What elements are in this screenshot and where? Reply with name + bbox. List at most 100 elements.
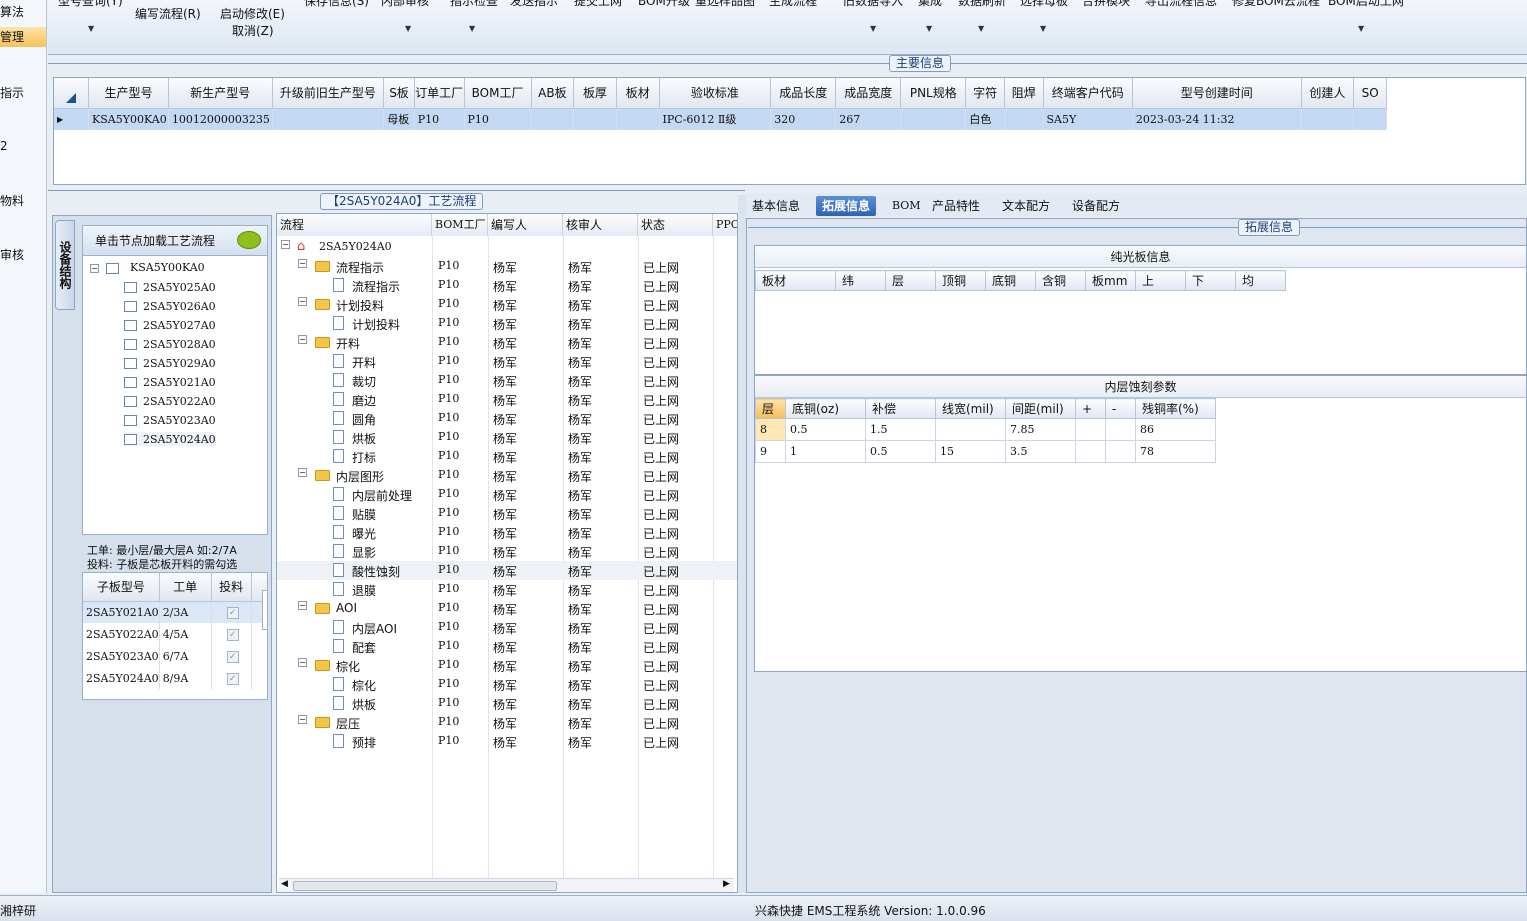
checked-checkbox-icon[interactable]: ✓ (226, 629, 239, 641)
flow-row[interactable]: 酸性蚀刻 P10 杨军 杨军 已上网 (277, 561, 737, 580)
sub-feed-cell[interactable]: ✓ (211, 667, 252, 689)
flow-row[interactable]: 开料 P10 杨军 杨军 已上网 (277, 352, 737, 371)
toolbar-refresh[interactable]: 数据刷新 (958, 0, 1006, 9)
nav-item-review[interactable]: 审核 (0, 246, 24, 263)
tab-equipment-recipe[interactable]: 设备配方 (1066, 196, 1126, 216)
main-cell-5[interactable]: P10 (464, 108, 532, 130)
etch-cell[interactable]: 9 (755, 440, 786, 463)
sub-feed-cell[interactable]: ✓ (211, 645, 252, 667)
chevron-down-icon[interactable]: ▼ (926, 24, 932, 33)
flow-row[interactable]: 曝光 P10 杨军 杨军 已上网 (277, 523, 737, 542)
sub-workorder-cell[interactable]: 4/5A (159, 623, 212, 645)
flow-row[interactable]: 贴膜 P10 杨军 杨军 已上网 (277, 504, 737, 523)
col-main-12[interactable]: PNL规格 (900, 78, 967, 109)
sub-model-cell[interactable]: 2SA5Y021A0 (83, 601, 160, 623)
tab-basic-info[interactable]: 基本信息 (746, 196, 806, 216)
main-cell-4[interactable]: P10 (414, 108, 465, 130)
flow-row[interactable]: 流程指示 P10 杨军 杨军 已上网 (277, 276, 737, 295)
toolbar-start-modify[interactable]: 启动修改(E) (220, 5, 285, 22)
main-cell-12[interactable] (900, 108, 967, 130)
col-reviewer[interactable]: 核审人 (563, 214, 638, 236)
chevron-down-icon[interactable]: ▼ (1358, 24, 1364, 33)
chevron-down-icon[interactable]: ▼ (88, 24, 94, 33)
checkbox-icon[interactable] (124, 339, 137, 350)
flow-row[interactable]: − 计划投料 P10 杨军 杨军 已上网 (277, 295, 737, 314)
collapse-icon[interactable]: − (298, 715, 307, 724)
flow-row[interactable]: 圆角 P10 杨军 杨军 已上网 (277, 409, 737, 428)
checkbox-icon[interactable] (105, 263, 119, 274)
sub-feed-cell[interactable]: ✓ (211, 601, 252, 623)
col-main-7[interactable]: 板厚 (573, 78, 617, 109)
checkbox-icon[interactable] (124, 282, 137, 293)
col-etch-2[interactable]: 补偿 (865, 398, 936, 419)
tree-root-row[interactable]: − KSA5Y00KA0 (90, 261, 205, 275)
sub-row[interactable]: 2SA5Y021A0 2/3A ✓ (83, 601, 267, 623)
col-main-10[interactable]: 成品长度 (770, 78, 837, 109)
checked-checkbox-icon[interactable]: ✓ (226, 651, 239, 663)
col-main-3[interactable]: S板 (383, 78, 415, 109)
load-flow-button[interactable]: 单击节点加载工艺流程 (83, 226, 267, 256)
sub-grid-scrollbar[interactable] (262, 590, 268, 630)
col-feed[interactable]: 投料 (211, 573, 252, 602)
col-etch-7[interactable]: 残铜率(%) (1135, 398, 1216, 419)
scroll-thumb[interactable] (293, 881, 557, 891)
main-cell-10[interactable]: 320 (770, 108, 837, 130)
sub-model-cell[interactable]: 2SA5Y022A0 (83, 623, 160, 645)
col-etch-0[interactable]: 层 (755, 398, 786, 419)
toolbar-save[interactable]: 保存信息(S) (304, 0, 369, 9)
flow-row[interactable]: − 层压 P10 杨军 杨军 已上网 (277, 713, 737, 732)
toolbar-integrate[interactable]: 集成 (918, 0, 942, 9)
toolbar-bom-upgrade[interactable]: BOM升级 (638, 0, 690, 9)
toolbar-write-flow[interactable]: 编写流程(R) (135, 5, 201, 22)
tree-child-row[interactable]: 2SA5Y023A0 (124, 413, 216, 427)
flow-row[interactable]: 磨边 P10 杨军 杨军 已上网 (277, 390, 737, 409)
vertical-tab-structure[interactable]: 设备结构 (55, 220, 75, 310)
checkbox-icon[interactable] (124, 434, 137, 445)
collapse-icon[interactable]: − (90, 264, 99, 273)
toolbar-send[interactable]: 发送指示 (510, 0, 558, 9)
etch-cell[interactable]: 0.5 (865, 440, 936, 463)
collapse-icon[interactable]: − (298, 297, 307, 306)
flow-row[interactable]: − AOI P10 杨军 杨军 已上网 (277, 599, 737, 618)
toolbar-export[interactable]: 导出流程信息 (1145, 0, 1217, 9)
etch-cell[interactable] (935, 418, 1006, 441)
checkbox-icon[interactable] (124, 320, 137, 331)
toolbar-bom-start[interactable]: BOM启动工网 (1328, 0, 1404, 9)
tab-bom[interactable]: BOM (886, 196, 927, 216)
sub-model-cell[interactable]: 2SA5Y023A0 (83, 645, 160, 667)
main-cell-3[interactable]: 母板 (383, 108, 415, 130)
col-main-1[interactable]: 新生产型号 (168, 78, 273, 109)
nav-item-manage[interactable]: 管理 (0, 27, 46, 47)
etch-cell[interactable]: 3.5 (1005, 440, 1076, 463)
tree-child-row[interactable]: 2SA5Y027A0 (124, 318, 216, 332)
nav-item-algorithm[interactable]: 算法 (0, 3, 24, 20)
checkbox-icon[interactable] (124, 377, 137, 388)
col-main-8[interactable]: 板材 (616, 78, 660, 109)
vertical-splitter[interactable] (738, 195, 746, 893)
sub-feed-cell[interactable]: ✓ (211, 623, 252, 645)
col-main-14[interactable]: 阻焊 (1004, 78, 1044, 109)
sub-workorder-cell[interactable]: 6/7A (159, 645, 212, 667)
sub-workorder-cell[interactable]: 8/9A (159, 667, 212, 689)
etch-cell[interactable]: 8 (755, 418, 786, 441)
col-etch-5[interactable]: + (1075, 398, 1106, 419)
tree-child-row[interactable]: 2SA5Y029A0 (124, 356, 216, 370)
sub-row[interactable]: 2SA5Y023A0 6/7A ✓ (83, 645, 267, 667)
col-bom-factory[interactable]: BOM工厂 (432, 214, 488, 236)
main-cell-2[interactable] (272, 108, 385, 130)
col-main-11[interactable]: 成品宽度 (835, 78, 902, 109)
collapse-icon[interactable]: − (281, 240, 290, 249)
toolbar-reselect[interactable]: 重选样品图 (695, 0, 755, 9)
sub-model-cell[interactable]: 2SA5Y024A0 (83, 667, 160, 689)
col-flow[interactable]: 流程 (277, 214, 432, 236)
row-indicator-icon[interactable]: ▶ (54, 108, 90, 130)
toolbar-merge[interactable]: 合拼模块 (1082, 0, 1130, 9)
flow-row[interactable]: 打标 P10 杨军 杨军 已上网 (277, 447, 737, 466)
toolbar-internal-review[interactable]: 内部审核 (381, 0, 429, 9)
main-cell-1[interactable]: 10012000003235 (168, 108, 273, 130)
toolbar-repair[interactable]: 修复BOM云流程 (1232, 0, 1320, 9)
nav-item-instruction[interactable]: 指示 (0, 84, 24, 101)
chevron-down-icon[interactable]: ▼ (870, 24, 876, 33)
toolbar-generate-flow[interactable]: 生成流程 (769, 0, 817, 9)
toolbar-check[interactable]: 指示检查 (450, 0, 498, 9)
